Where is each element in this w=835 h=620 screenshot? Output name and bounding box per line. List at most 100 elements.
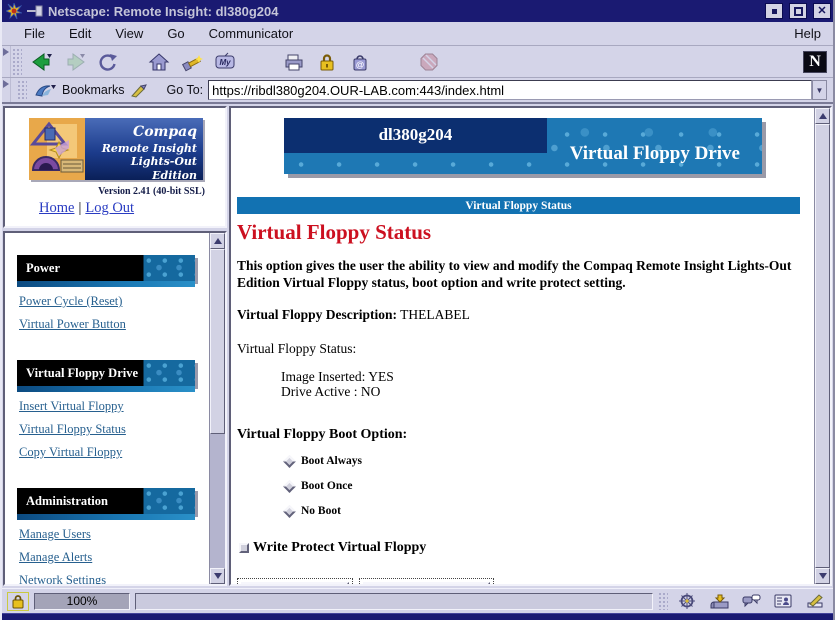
bookmarks-label[interactable]: Bookmarks bbox=[62, 83, 125, 97]
main-scroll-down-icon[interactable] bbox=[815, 568, 830, 584]
sidebar-nav: Power Power Cycle (Reset) Virtual Power … bbox=[5, 233, 209, 584]
brand-name: Compaq bbox=[85, 124, 197, 142]
boot-option-once[interactable]: Boot Once bbox=[285, 479, 808, 493]
submit-changes-button[interactable]: Submit Changes bbox=[241, 582, 349, 584]
version-label: Version 2.41 (40-bit SSL) bbox=[65, 186, 205, 197]
forward-button[interactable] bbox=[58, 48, 91, 76]
eject-virtual-floppy-button[interactable]: Eject Virtual Floppy bbox=[363, 582, 491, 584]
search-button[interactable] bbox=[175, 48, 208, 76]
radio-boot-always-icon[interactable] bbox=[283, 455, 296, 468]
write-protect-row[interactable]: Write Protect Virtual Floppy bbox=[239, 540, 808, 556]
nav-link-manage-alerts[interactable]: Manage Alerts bbox=[19, 549, 209, 565]
page-proxy-icon[interactable] bbox=[130, 82, 148, 98]
netscape-logo-icon[interactable]: N bbox=[803, 51, 827, 73]
menu-bar: File Edit View Go Communicator Help bbox=[2, 22, 833, 46]
security-button[interactable] bbox=[310, 48, 343, 76]
home-button[interactable] bbox=[142, 48, 175, 76]
main-scrollbar[interactable] bbox=[814, 108, 830, 584]
boot-option-always[interactable]: Boot Always bbox=[285, 454, 808, 468]
status-values: Image Inserted: YES Drive Active : NO bbox=[281, 369, 808, 399]
shop-icon: @ bbox=[350, 52, 370, 72]
nav-link-power-cycle[interactable]: Power Cycle (Reset) bbox=[19, 293, 209, 309]
print-button[interactable] bbox=[277, 48, 310, 76]
boot-always-label[interactable]: Boot Always bbox=[301, 455, 362, 467]
radio-boot-once-icon[interactable] bbox=[283, 480, 296, 493]
locationbar-collapse-tab[interactable] bbox=[2, 78, 11, 102]
progress-indicator: 100% bbox=[34, 593, 130, 610]
menu-view[interactable]: View bbox=[115, 26, 143, 41]
menu-communicator[interactable]: Communicator bbox=[209, 26, 294, 41]
brand-product: Remote Insight bbox=[85, 142, 197, 156]
logout-link[interactable]: Log Out bbox=[85, 200, 134, 216]
component-bar-grip[interactable] bbox=[658, 592, 668, 610]
nav-section-administration: Administration bbox=[17, 488, 195, 514]
no-boot-label[interactable]: No Boot bbox=[301, 505, 341, 517]
sidebar-scroll-up-icon[interactable] bbox=[210, 233, 225, 249]
radio-no-boot-icon[interactable] bbox=[283, 505, 296, 518]
stop-button[interactable] bbox=[412, 48, 445, 76]
sidebar-scroll-thumb[interactable] bbox=[210, 249, 225, 434]
write-protect-label[interactable]: Write Protect Virtual Floppy bbox=[253, 540, 426, 556]
nav-link-virtual-floppy-status[interactable]: Virtual Floppy Status bbox=[19, 421, 209, 437]
url-dropdown-button[interactable]: ▼ bbox=[812, 80, 827, 100]
nav-link-insert-virtual-floppy[interactable]: Insert Virtual Floppy bbox=[19, 398, 209, 414]
stop-icon bbox=[419, 52, 439, 72]
url-input[interactable] bbox=[208, 80, 812, 100]
back-button[interactable] bbox=[25, 48, 58, 76]
toolbar-grip[interactable] bbox=[12, 48, 22, 75]
menu-file[interactable]: File bbox=[24, 26, 45, 41]
my-netscape-button[interactable]: My bbox=[208, 48, 241, 76]
menu-edit[interactable]: Edit bbox=[69, 26, 91, 41]
locationbar-grip[interactable] bbox=[17, 80, 27, 100]
pin-icon[interactable] bbox=[27, 5, 43, 17]
navigator-component-button[interactable] bbox=[673, 591, 700, 611]
form-buttons: Submit Changes Eject Virtual Floppy bbox=[241, 582, 808, 584]
nav-link-copy-virtual-floppy[interactable]: Copy Virtual Floppy bbox=[19, 444, 209, 460]
svg-text:@: @ bbox=[355, 59, 363, 69]
nav-section-power: Power bbox=[17, 255, 195, 281]
shop-button[interactable]: @ bbox=[343, 48, 376, 76]
maximize-button[interactable] bbox=[789, 3, 807, 19]
mailbox-component-button[interactable] bbox=[705, 591, 732, 611]
sidebar-scrollbar[interactable] bbox=[209, 233, 225, 584]
brand-edition: Lights-Out Edition bbox=[85, 155, 197, 183]
main-scroll-up-icon[interactable] bbox=[815, 108, 830, 124]
compaq-logo-image-icon bbox=[29, 118, 85, 180]
print-icon bbox=[283, 52, 305, 72]
boot-option-none[interactable]: No Boot bbox=[285, 504, 808, 518]
reload-button[interactable] bbox=[91, 48, 124, 76]
svg-text:My: My bbox=[219, 58, 231, 67]
menu-go[interactable]: Go bbox=[167, 26, 184, 41]
home-link[interactable]: Home bbox=[39, 200, 74, 216]
netscape-window: Netscape: Remote Insight: dl380g204 ✕ Fi… bbox=[0, 0, 835, 620]
page-banner: dl380g204 Virtual Floppy Drive bbox=[284, 118, 762, 174]
discussions-component-button[interactable] bbox=[737, 591, 764, 611]
address-book-icon bbox=[773, 593, 793, 609]
security-lock-icon bbox=[317, 52, 337, 72]
close-button[interactable]: ✕ bbox=[813, 3, 831, 19]
boot-once-label[interactable]: Boot Once bbox=[301, 480, 352, 492]
address-book-component-button[interactable] bbox=[769, 591, 796, 611]
mailbox-icon bbox=[709, 593, 729, 610]
toolbar-collapse-tab[interactable] bbox=[2, 46, 11, 77]
sidebar-scroll-down-icon[interactable] bbox=[210, 568, 225, 584]
nav-link-virtual-power-button[interactable]: Virtual Power Button bbox=[19, 316, 209, 332]
description-label: Virtual Floppy Description: bbox=[237, 307, 397, 322]
composer-icon bbox=[805, 593, 825, 609]
nav-link-network-settings[interactable]: Network Settings bbox=[19, 572, 209, 584]
main-scroll-thumb[interactable] bbox=[815, 124, 830, 568]
write-protect-checkbox[interactable] bbox=[239, 543, 249, 553]
nav-section-virtual-floppy: Virtual Floppy Drive bbox=[17, 360, 195, 386]
minimize-button[interactable] bbox=[765, 3, 783, 19]
security-status-button[interactable] bbox=[7, 592, 29, 611]
composer-component-button[interactable] bbox=[801, 591, 828, 611]
nav-link-manage-users[interactable]: Manage Users bbox=[19, 526, 209, 542]
menu-help[interactable]: Help bbox=[794, 26, 821, 41]
bookmarks-icon[interactable] bbox=[35, 82, 57, 98]
banner-page-title: Virtual Floppy Drive bbox=[570, 143, 740, 165]
navigator-icon bbox=[678, 592, 696, 610]
main-document-frame: dl380g204 Virtual Floppy Drive Virtual F… bbox=[229, 106, 832, 586]
status-bar: 100% bbox=[2, 588, 833, 613]
window-menu-icon[interactable] bbox=[6, 3, 22, 19]
window-title: Netscape: Remote Insight: dl380g204 bbox=[48, 4, 760, 19]
